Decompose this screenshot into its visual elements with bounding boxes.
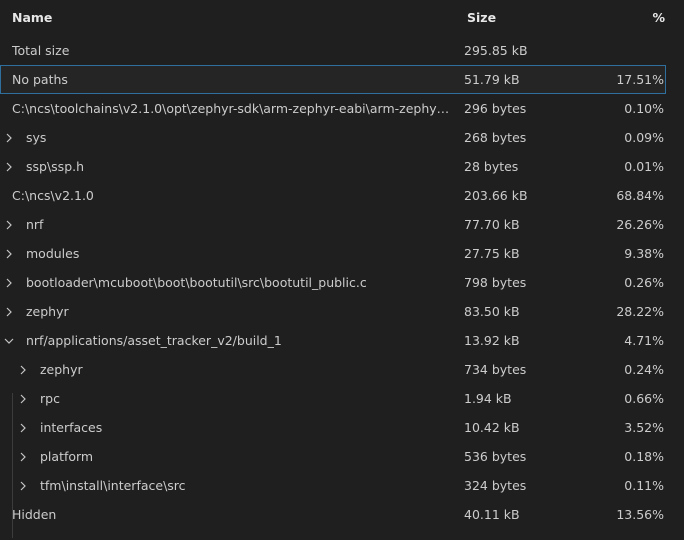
row-name: nrf [26, 217, 44, 232]
row-percent: 26.26% [616, 217, 664, 232]
row-percent: 68.84% [616, 188, 664, 203]
chevron-right-icon[interactable] [16, 442, 30, 471]
tree-row-nrf[interactable]: nrf 77.70 kB 26.26% [0, 210, 684, 239]
row-name: sys [26, 130, 47, 145]
row-size: 324 bytes [464, 478, 527, 493]
row-name: C:\ncs\toolchains\v2.1.0\opt\zephyr-sdk\… [12, 101, 452, 116]
row-size: 13.92 kB [464, 333, 520, 348]
row-size: 40.11 kB [464, 507, 520, 522]
row-name: bootloader\mcuboot\boot\bootutil\src\boo… [26, 275, 367, 290]
row-percent: 0.10% [624, 101, 664, 116]
chevron-down-icon[interactable] [2, 326, 16, 355]
column-header-name[interactable]: Name [12, 10, 52, 25]
tree-row-ssp[interactable]: ssp\ssp.h 28 bytes 0.01% [0, 152, 684, 181]
tree-row-build-tfm[interactable]: tfm\install\interface\src 324 bytes 0.11… [0, 471, 684, 500]
row-name: ssp\ssp.h [26, 159, 85, 174]
row-size: 296 bytes [464, 101, 527, 116]
tree-row-toolchain-path[interactable]: C:\ncs\toolchains\v2.1.0\opt\zephyr-sdk\… [0, 94, 684, 123]
row-size: 28 bytes [464, 159, 519, 174]
table-header: Name Size % [0, 0, 684, 36]
row-percent: 0.26% [624, 275, 664, 290]
tree-row-no-paths[interactable]: No paths 51.79 kB 17.51% [0, 65, 666, 94]
row-name: zephyr [26, 304, 69, 319]
tree-row-ncs-root[interactable]: C:\ncs\v2.1.0 203.66 kB 68.84% [0, 181, 684, 210]
tree-row-build-zephyr[interactable]: zephyr 734 bytes 0.24% [0, 355, 684, 384]
row-percent: 0.09% [624, 130, 664, 145]
row-name: No paths [12, 72, 68, 87]
chevron-right-icon[interactable] [2, 123, 16, 152]
row-percent: 0.24% [624, 362, 664, 377]
row-size: 295.85 kB [464, 43, 528, 58]
tree-row-zephyr[interactable]: zephyr 83.50 kB 28.22% [0, 297, 684, 326]
chevron-right-icon[interactable] [2, 297, 16, 326]
row-percent: 4.71% [624, 333, 664, 348]
chevron-right-icon[interactable] [2, 268, 16, 297]
memory-size-tree-panel: Name Size % Total size 295.85 kB No path… [0, 0, 684, 540]
row-size: 536 bytes [464, 449, 527, 464]
chevron-right-icon[interactable] [2, 152, 16, 181]
row-size: 268 bytes [464, 130, 527, 145]
row-percent: 17.51% [616, 72, 664, 87]
chevron-right-icon[interactable] [16, 384, 30, 413]
chevron-right-icon[interactable] [16, 471, 30, 500]
tree-rows: Total size 295.85 kB No paths 51.79 kB 1… [0, 36, 684, 538]
row-percent: 0.66% [624, 391, 664, 406]
row-size: 51.79 kB [464, 72, 520, 87]
chevron-right-icon[interactable] [2, 210, 16, 239]
chevron-right-icon[interactable] [16, 413, 30, 442]
row-size: 27.75 kB [464, 246, 520, 261]
row-size: 203.66 kB [464, 188, 528, 203]
row-name: interfaces [40, 420, 103, 435]
tree-row-sys[interactable]: sys 268 bytes 0.09% [0, 123, 684, 152]
row-size: 734 bytes [464, 362, 527, 377]
row-name: zephyr [40, 362, 83, 377]
row-name: platform [40, 449, 94, 464]
column-header-size[interactable]: Size [467, 10, 496, 25]
tree-row-build-interfaces[interactable]: interfaces 10.42 kB 3.52% [0, 413, 684, 442]
row-size: 1.94 kB [464, 391, 512, 406]
row-percent: 3.52% [624, 420, 664, 435]
row-percent: 0.01% [624, 159, 664, 174]
row-percent: 9.38% [624, 246, 664, 261]
chevron-right-icon[interactable] [2, 239, 16, 268]
row-size: 798 bytes [464, 275, 527, 290]
row-name: Hidden [12, 507, 57, 522]
tree-row-asset-tracker-build[interactable]: nrf/applications/asset_tracker_v2/build_… [0, 326, 684, 355]
row-percent: 0.18% [624, 449, 664, 464]
tree-row-build-platform[interactable]: platform 536 bytes 0.18% [0, 442, 684, 471]
row-name: nrf/applications/asset_tracker_v2/build_… [26, 333, 282, 348]
row-size: 83.50 kB [464, 304, 520, 319]
row-size: 10.42 kB [464, 420, 520, 435]
row-percent: 0.11% [624, 478, 664, 493]
tree-row-build-rpc[interactable]: rpc 1.94 kB 0.66% [0, 384, 684, 413]
row-name: tfm\install\interface\src [40, 478, 186, 493]
tree-row-total-size[interactable]: Total size 295.85 kB [0, 36, 684, 65]
row-percent: 13.56% [616, 507, 664, 522]
row-name: C:\ncs\v2.1.0 [12, 188, 94, 203]
tree-row-hidden[interactable]: Hidden 40.11 kB 13.56% [0, 500, 684, 529]
row-percent: 28.22% [616, 304, 664, 319]
column-header-percent[interactable]: % [652, 10, 665, 25]
tree-row-modules[interactable]: modules 27.75 kB 9.38% [0, 239, 684, 268]
row-size: 77.70 kB [464, 217, 520, 232]
row-name: rpc [40, 391, 60, 406]
chevron-right-icon[interactable] [16, 355, 30, 384]
row-name: modules [26, 246, 80, 261]
tree-row-bootloader[interactable]: bootloader\mcuboot\boot\bootutil\src\boo… [0, 268, 684, 297]
row-name: Total size [12, 43, 70, 58]
